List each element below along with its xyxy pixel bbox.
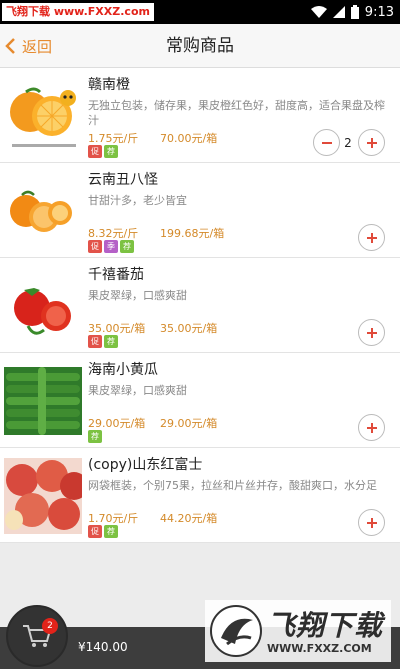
wifi-icon (310, 6, 327, 18)
product-list: 赣南橙 无独立包装，储存果，果皮橙红色好，甜度高，适合果盘及榨汁 1.75元/斤… (0, 68, 400, 543)
plus-icon (366, 517, 377, 528)
watermark-logo-icon (210, 605, 262, 657)
list-item[interactable]: (copy)山东红富士 网袋框装，个别75果，拉丝和片丝并存，酸甜爽口，水分足 … (0, 448, 400, 543)
tangerine-image (4, 173, 82, 249)
badges: 促 荐 (88, 335, 118, 348)
unit-price: 29.00元/箱 (88, 417, 146, 430)
badges: 促 荐 (88, 525, 118, 538)
cart-count-badge: 2 (42, 618, 58, 634)
back-button[interactable]: 返回 (2, 24, 72, 68)
battery-icon (350, 5, 359, 19)
chevron-left-icon (5, 38, 15, 54)
plus-icon (366, 422, 377, 433)
seasonal-badge: 季 (104, 240, 118, 253)
product-name: 海南小黄瓜 (88, 362, 158, 378)
list-item[interactable]: 海南小黄瓜 果皮翠绿，口感爽甜 29.00元/箱 29.00元/箱 荐 (0, 353, 400, 448)
recommend-badge: 荐 (104, 525, 118, 538)
product-desc: 网袋框装，个别75果，拉丝和片丝并存，酸甜爽口，水分足 (88, 479, 377, 492)
add-button[interactable] (358, 414, 385, 441)
product-desc: 果皮翠绿，口感爽甜 (88, 289, 187, 302)
apple-image (4, 458, 82, 534)
unit-price: 35.00元/箱 (88, 322, 146, 335)
increase-button[interactable] (358, 129, 385, 156)
box-price: 29.00元/箱 (160, 417, 218, 430)
list-item[interactable]: 云南丑八怪 甘甜汁多，老少皆宜 8.32元/斤 199.68元/箱 促 季 荐 (0, 163, 400, 258)
watermark-top: 飞翔下载 www.FXXZ.com (2, 3, 154, 21)
watermark-text: 飞翔下载 (267, 609, 384, 642)
cucumber-image (4, 363, 82, 439)
product-desc: 果皮翠绿，口感爽甜 (88, 384, 187, 397)
box-price: 70.00元/箱 (160, 132, 218, 145)
promo-badge: 促 (88, 240, 102, 253)
product-desc: 无独立包装，储存果，果皮橙红色好，甜度高，适合果盘及榨汁 (88, 99, 385, 127)
status-time: 9:13 (364, 4, 394, 20)
plus-icon (366, 137, 377, 148)
box-price: 35.00元/箱 (160, 322, 218, 335)
recommend-badge: 荐 (104, 145, 118, 158)
unit-price: 8.32元/斤 (88, 227, 139, 240)
orange-image (4, 78, 82, 154)
header: 常购商品 返回 (0, 24, 400, 68)
tomato-image (4, 268, 82, 344)
recommend-badge: 荐 (104, 335, 118, 348)
signal-icon (332, 6, 345, 18)
list-item[interactable]: 赣南橙 无独立包装，储存果，果皮橙红色好，甜度高，适合果盘及榨汁 1.75元/斤… (0, 68, 400, 163)
box-price: 44.20元/箱 (160, 512, 218, 525)
badges: 荐 (88, 430, 102, 443)
product-name: 赣南橙 (88, 77, 130, 93)
unit-price: 1.70元/斤 (88, 512, 139, 525)
add-button[interactable] (358, 224, 385, 251)
status-bar: 飞翔下载 www.FXXZ.com 9:13 (0, 0, 400, 24)
watermark-url: WWW.FXXZ.COM (267, 642, 372, 655)
product-name: (copy)山东红富士 (88, 457, 203, 473)
quantity-value: 2 (344, 136, 352, 150)
recommend-badge: 荐 (88, 430, 102, 443)
promo-badge: 促 (88, 145, 102, 158)
product-name: 千禧番茄 (88, 267, 144, 283)
add-button[interactable] (358, 509, 385, 536)
recommend-badge: 荐 (120, 240, 134, 253)
box-price: 199.68元/箱 (160, 227, 225, 240)
unit-price: 1.75元/斤 (88, 132, 139, 145)
cart-button[interactable] (6, 605, 68, 667)
plus-icon (366, 232, 377, 243)
cart-total: ¥140.00 (78, 640, 128, 654)
badges: 促 季 荐 (88, 240, 134, 253)
decrease-button[interactable] (313, 129, 340, 156)
badges: 促 荐 (88, 145, 118, 158)
list-item[interactable]: 千禧番茄 果皮翠绿，口感爽甜 35.00元/箱 35.00元/箱 促 荐 (0, 258, 400, 353)
status-icons: 9:13 (310, 0, 394, 24)
plus-icon (366, 327, 377, 338)
add-button[interactable] (358, 319, 385, 346)
watermark-bottom: 飞翔下载 WWW.FXXZ.COM (205, 600, 391, 662)
back-label: 返回 (22, 37, 53, 56)
product-desc: 甘甜汁多，老少皆宜 (88, 194, 187, 207)
promo-badge: 促 (88, 525, 102, 538)
minus-icon (321, 141, 332, 144)
product-name: 云南丑八怪 (88, 172, 158, 188)
promo-badge: 促 (88, 335, 102, 348)
